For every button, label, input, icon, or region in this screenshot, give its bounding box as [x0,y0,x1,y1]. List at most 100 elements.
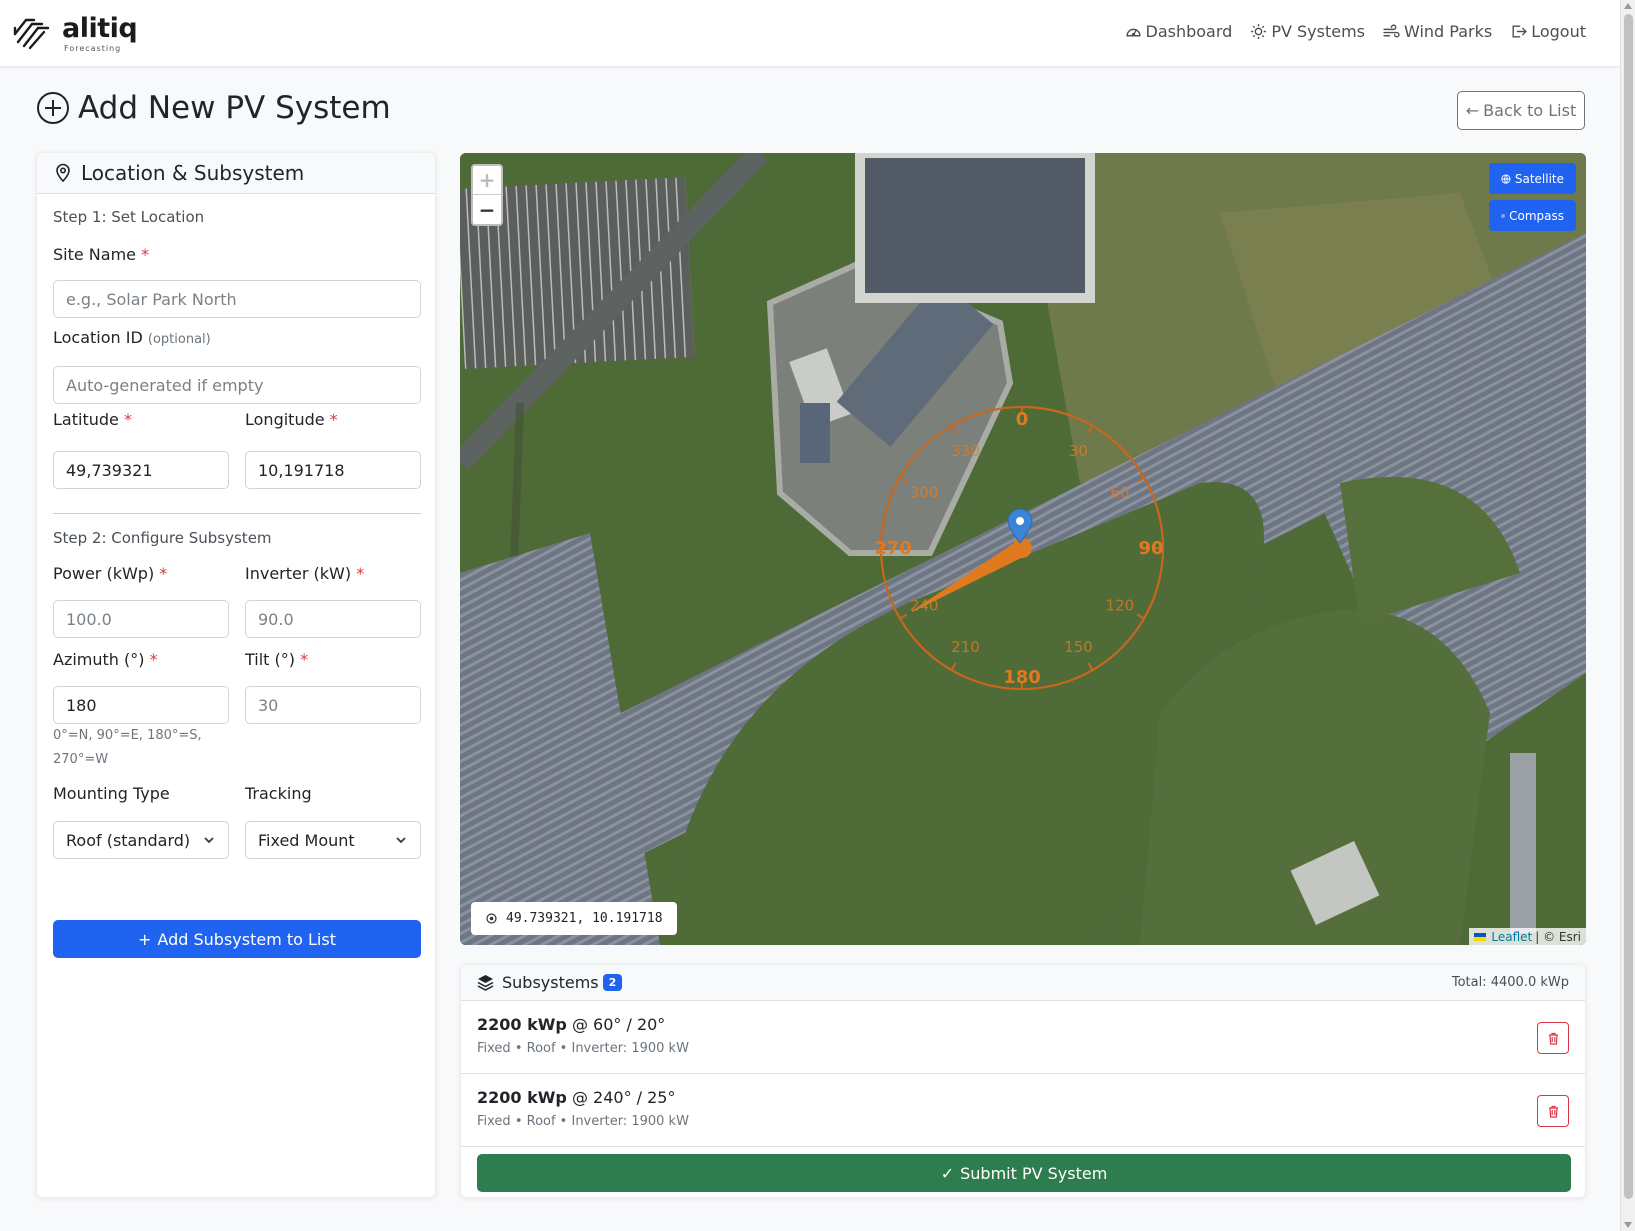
compass-icon [1501,213,1505,218]
mounting-type-label: Mounting Type [53,784,170,803]
nav-dashboard[interactable]: Dashboard [1125,22,1232,41]
location-marker-icon[interactable] [1005,508,1035,544]
check-icon: ✓ [940,1163,955,1183]
top-navbar: alitiq Forecasting Dashboard PV Systems … [0,0,1620,67]
compass-tick [950,662,957,671]
satellite-layer-button[interactable]: Satellite [1489,163,1576,194]
power-label: Power (kWp) * [53,564,168,583]
power-input[interactable] [53,600,229,638]
inverter-input[interactable] [245,600,421,638]
location-card-title: Location & Subsystem [81,161,305,185]
scroll-thumb[interactable] [1624,14,1633,1199]
longitude-label: Longitude * [245,410,338,429]
brand-logo[interactable]: alitiq Forecasting [12,12,138,54]
submit-pv-system-button[interactable]: ✓ Submit PV System [477,1154,1571,1192]
location-card-header: Location & Subsystem [37,153,435,194]
compass-label: 150 [1064,638,1093,656]
subsystem-item: 2200 kWp @ 240° / 25° Fixed • Roof • Inv… [461,1074,1585,1147]
location-id-input[interactable] [53,366,421,404]
compass-tick [1087,425,1094,434]
attribution-text: | © Esri [1535,929,1581,944]
location-id-label: Location ID (optional) [53,328,211,347]
site-name-input[interactable] [53,280,421,318]
leaflet-link[interactable]: Leaflet [1491,930,1532,944]
tilt-input[interactable] [245,686,421,724]
arrow-left-icon: ← [1465,101,1480,120]
nav-logout-label: Logout [1531,22,1586,41]
subsystem-summary: 2200 kWp @ 240° / 25° [477,1088,676,1107]
azimuth-needle [911,540,1027,612]
nav-pv-systems-label: PV Systems [1271,22,1365,41]
compass-label: Compass [1509,208,1564,223]
brand-tagline: Forecasting [64,43,122,53]
compass-toggle-button[interactable]: Compass [1489,200,1576,231]
compass-label: 60 [1110,484,1129,502]
satellite-label: Satellite [1514,171,1564,186]
nav-pv-systems[interactable]: PV Systems [1250,22,1365,41]
trash-icon [1548,1032,1558,1045]
compass-label: 270 [874,538,912,559]
scroll-up-arrow-icon[interactable] [1624,3,1632,9]
longitude-input[interactable] [245,451,421,489]
azimuth-compass: 0306090120150180210240270300330 [874,405,1165,691]
subsystems-header: Subsystems 2 Total: 4400.0 kWp [461,965,1585,1001]
nav-links: Dashboard PV Systems Wind Parks Logout [1125,22,1586,41]
ukraine-flag-icon [1474,932,1487,941]
page-title: Add New PV System [36,90,391,126]
site-name-label: Site Name * [53,245,150,264]
back-to-list-button[interactable]: ← Back to List [1457,91,1585,130]
map-view[interactable]: 0306090120150180210240270300330 + − Sate… [460,153,1586,945]
mounting-type-select[interactable]: Roof (standard) [53,821,229,859]
azimuth-input[interactable] [53,686,229,724]
latitude-label: Latitude * [53,410,132,429]
chevron-down-icon [204,837,214,844]
plus-circle-icon [37,92,69,124]
compass-label: 120 [1106,597,1135,615]
add-subsystem-button[interactable]: + Add Subsystem to List [53,920,421,958]
step2-heading: Step 2: Configure Subsystem [53,529,272,547]
nav-logout[interactable]: Logout [1510,22,1586,41]
compass-label: 90 [1138,538,1163,559]
subsystem-meta: Fixed • Roof • Inverter: 1900 kW [477,1041,689,1056]
compass-tick [899,476,908,483]
subsystem-summary: 2200 kWp @ 60° / 20° [477,1015,666,1034]
page-scrollbar[interactable] [1620,0,1635,1231]
globe-icon [1501,173,1511,184]
alitiq-logo-icon [13,18,50,50]
tracking-label: Tracking [245,784,312,803]
coordinates-text: 49.739321, 10.191718 [506,911,663,926]
coordinates-display: 49.739321, 10.191718 [471,902,677,935]
tracking-value: Fixed Mount [258,830,355,850]
compass-label: 0 [1016,409,1029,430]
submit-label: Submit PV System [960,1163,1108,1183]
nav-wind-parks[interactable]: Wind Parks [1383,22,1492,41]
subsystems-total: Total: 4400.0 kWp [1451,975,1569,990]
mounting-type-value: Roof (standard) [66,830,191,850]
azimuth-label: Azimuth (°) * [53,650,158,669]
layers-icon [477,975,494,991]
zoom-out-button[interactable]: − [473,195,501,224]
compass-tick [1136,613,1145,620]
brand-name: alitiq [62,12,138,44]
delete-subsystem-button[interactable] [1537,1095,1569,1127]
subsystems-count-badge: 2 [602,974,623,991]
azimuth-hint: 0°=N, 90°=E, 180°=S, 270°=W [53,728,202,767]
latitude-input[interactable] [53,451,229,489]
compass-tick [950,425,957,434]
compass-label: 300 [910,484,939,502]
map-attribution: Leaflet | © Esri [1469,928,1586,945]
compass-tick [1136,476,1145,483]
tracking-select[interactable]: Fixed Mount [245,821,421,859]
delete-subsystem-button[interactable] [1537,1022,1569,1054]
subsystem-meta: Fixed • Roof • Inverter: 1900 kW [477,1114,689,1129]
zoom-in-button[interactable]: + [473,166,501,195]
page-title-text: Add New PV System [78,90,391,126]
wind-icon [1383,24,1400,38]
back-to-list-label: Back to List [1483,101,1577,120]
tilt-label: Tilt (°) * [245,650,309,669]
map-pin-icon [56,163,70,183]
logout-icon [1512,25,1528,38]
scroll-down-arrow-icon[interactable] [1624,1222,1632,1228]
zoom-control: + − [471,164,503,226]
compass-label: 210 [951,638,980,656]
